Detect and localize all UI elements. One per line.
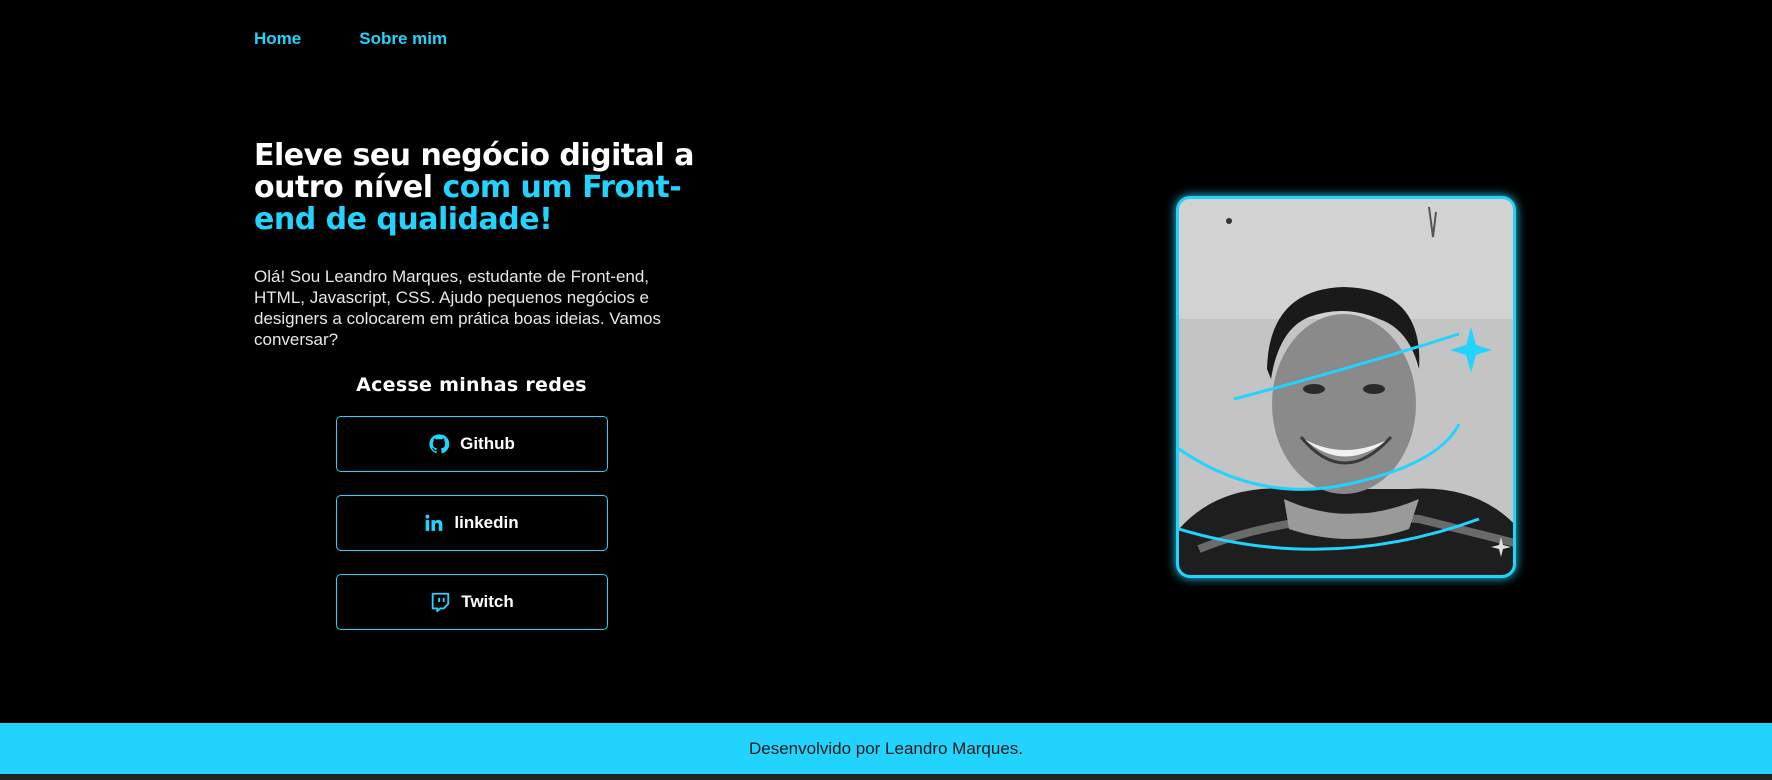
- hero-title: Eleve seu negócio digital a outro nível …: [254, 140, 704, 236]
- hero-section: Eleve seu negócio digital a outro nível …: [254, 140, 704, 350]
- bottom-strip: [0, 774, 1772, 780]
- social-section: Acesse minhas redes Github linkedin Twit…: [254, 374, 689, 630]
- linkedin-button[interactable]: linkedin: [335, 495, 608, 551]
- top-nav: Home Sobre mim: [254, 29, 447, 49]
- twitch-icon: [429, 591, 451, 613]
- profile-photo: [1176, 196, 1516, 578]
- github-label: Github: [460, 434, 515, 453]
- nav-home-link[interactable]: Home: [254, 29, 301, 49]
- footer-text: Desenvolvido por Leandro Marques.: [748, 738, 1024, 758]
- footer: Desenvolvido por Leandro Marques.: [0, 723, 1772, 774]
- github-icon: [428, 433, 450, 455]
- social-list: Github linkedin Twitch: [254, 416, 689, 630]
- nav-about-link[interactable]: Sobre mim: [359, 29, 447, 49]
- hero-intro: Olá! Sou Leandro Marques, estudante de F…: [254, 267, 661, 349]
- twitch-button[interactable]: Twitch: [335, 574, 608, 630]
- twitch-label: Twitch: [461, 592, 514, 611]
- profile-photo-container: [1170, 190, 1520, 585]
- linkedin-label: linkedin: [454, 513, 519, 532]
- social-title: Acesse minhas redes: [356, 374, 587, 396]
- github-button[interactable]: Github: [335, 416, 608, 472]
- linkedin-icon: [424, 513, 444, 533]
